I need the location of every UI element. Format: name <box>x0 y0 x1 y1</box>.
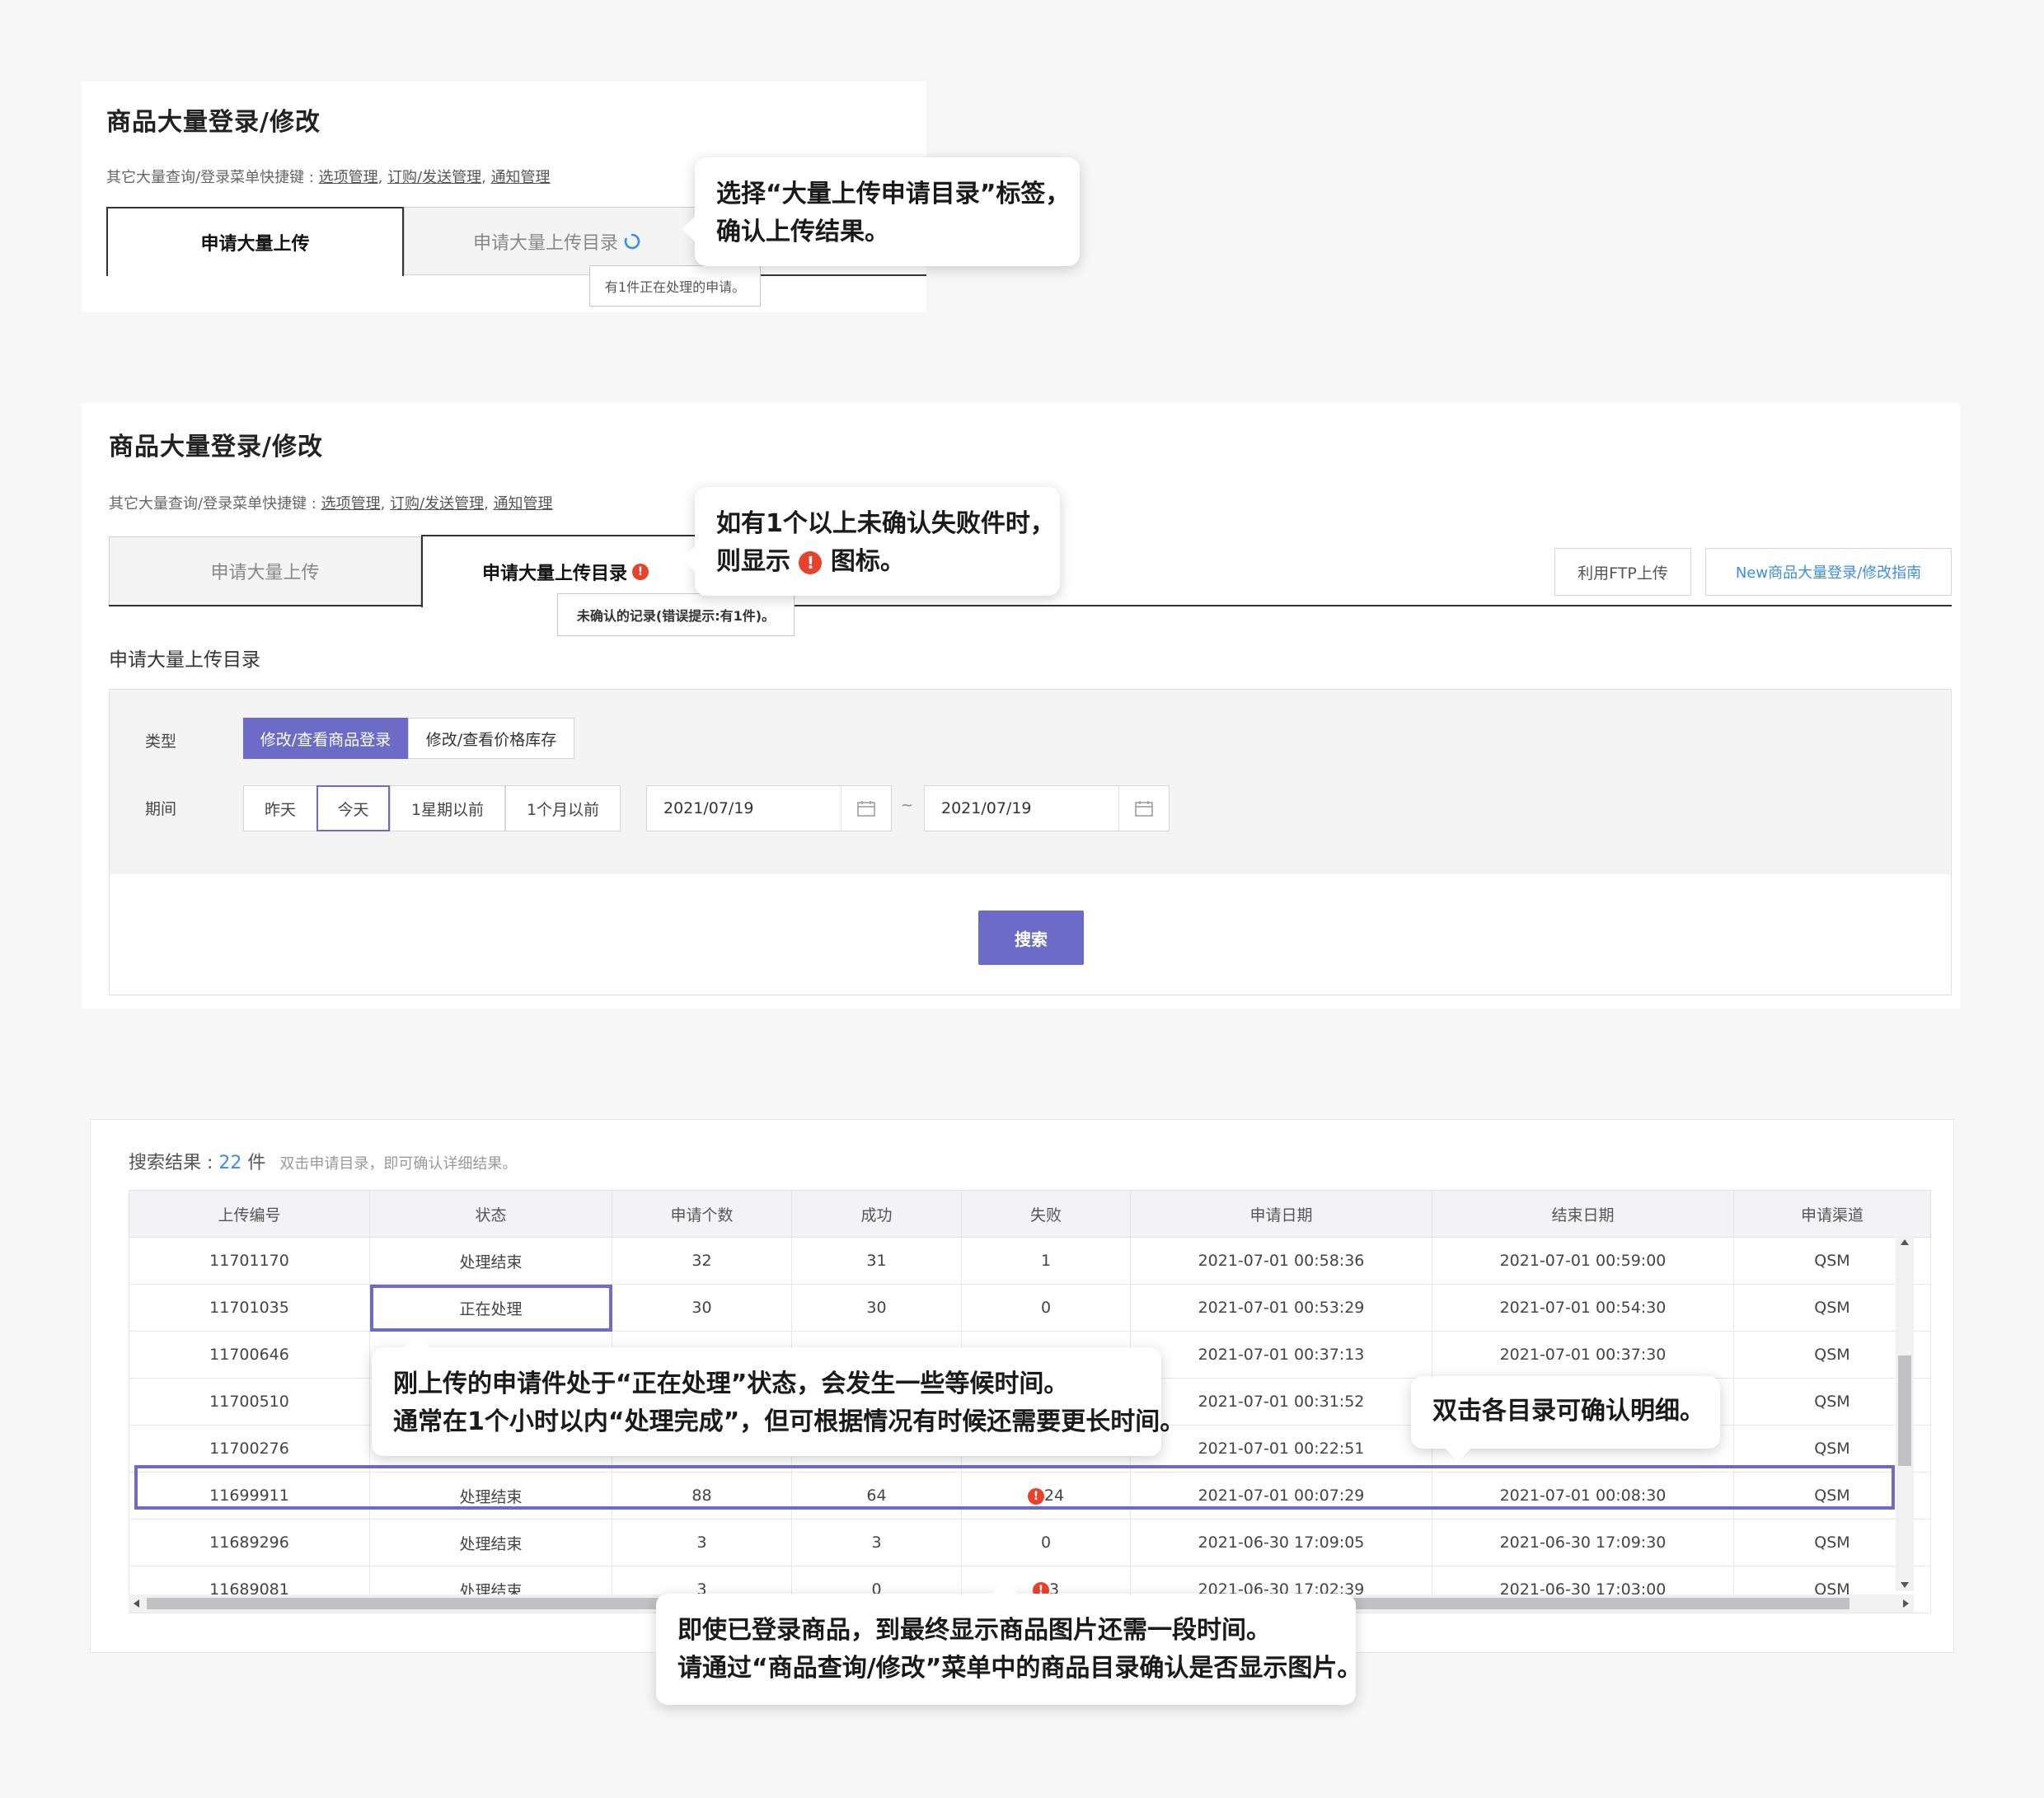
link-order-manage[interactable]: 订购/发送管理 <box>387 169 481 186</box>
link-notice-manage[interactable]: 通知管理 <box>491 169 551 186</box>
link-option-manage[interactable]: 选项管理 <box>319 169 378 186</box>
scroll-right-arrow[interactable] <box>1903 1599 1909 1608</box>
tab-upload-2[interactable]: 申请大量上传 <box>109 536 421 606</box>
link-order-manage-2[interactable]: 订购/发送管理 <box>390 495 484 513</box>
link-option-manage-2[interactable]: 选项管理 <box>321 495 381 513</box>
scroll-left-arrow[interactable] <box>134 1599 139 1608</box>
date-separator: ~ <box>901 797 914 814</box>
page-title: 商品大量登录/修改 <box>106 108 321 137</box>
table-row[interactable]: 11701170 处理结束 32 31 1 2021-07-01 00:58:36 2021… <box>129 1237 1931 1285</box>
col-channel[interactable]: 申请渠道 <box>1733 1190 1931 1238</box>
processing-tooltip: 有1件正在处理的申请。 <box>589 265 761 307</box>
page-title-2: 商品大量登录/修改 <box>109 433 323 461</box>
col-end-date[interactable]: 结束日期 <box>1432 1190 1734 1238</box>
shortcut-bar-2: 其它大量查询/登录菜单快捷键 : 选项管理, 订购/发送管理, 通知管理 <box>109 495 553 513</box>
callout-double-click: 双击各目录可确认明细。 <box>1411 1376 1720 1462</box>
period-today[interactable]: 今天 <box>316 785 390 831</box>
date-from-input[interactable]: 2021/07/19 <box>646 785 892 831</box>
period-month[interactable]: 1个月以前 <box>505 785 621 831</box>
period-label: 期间 <box>145 800 177 818</box>
tab-baseline-2 <box>109 605 421 606</box>
section-title: 申请大量上传目录 <box>109 649 260 671</box>
col-success[interactable]: 成功 <box>791 1190 962 1238</box>
col-request-date[interactable]: 申请日期 <box>1130 1190 1432 1238</box>
table-row[interactable]: 11689296 处理结束 3 3 0 2021-06-30 17:09:05 2021-0… <box>129 1519 1931 1566</box>
callout-image-delay: 即使已登录商品，到最终显示商品图片还需一段时间。 请通过“商品查询/修改”菜单中… <box>656 1580 1362 1705</box>
tab-upload[interactable]: 申请大量上传 <box>106 207 404 276</box>
error-icon[interactable]: ! <box>1027 1487 1044 1505</box>
date-to-input[interactable]: 2021/07/19 <box>924 785 1170 831</box>
results-hint: 双击申请目录，即可确认详细结果。 <box>279 1155 518 1173</box>
filter-box: 类型 修改/查看商品登录 修改/查看价格库存 期间 昨天 今天 1星期以前 1个… <box>109 689 1952 995</box>
vertical-scrollbar[interactable] <box>1896 1236 1914 1591</box>
type-option-product[interactable]: 修改/查看商品登录 <box>243 718 408 759</box>
period-yesterday[interactable]: 昨天 <box>243 785 317 831</box>
calendar-icon[interactable] <box>1118 786 1169 831</box>
shortcut-bar: 其它大量查询/登录菜单快捷键 : 选项管理, 订购/发送管理, 通知管理 <box>106 169 551 186</box>
type-option-price[interactable]: 修改/查看价格库存 <box>408 718 574 759</box>
scroll-up-arrow[interactable] <box>1901 1239 1909 1245</box>
status-processing: 正在处理 <box>369 1284 612 1332</box>
scroll-down-arrow[interactable] <box>1901 1582 1909 1588</box>
table-header: 上传编号 状态 申请个数 成功 失败 申请日期 结束日期 申请渠道 <box>129 1190 1931 1238</box>
table-row-highlighted[interactable]: 11699911 处理结束 88 64 ! 24 2021-07-01 00:07:29… <box>129 1472 1931 1519</box>
results-summary: 搜索结果 : 22 件 双击申请目录，即可确认详细结果。 <box>129 1153 518 1173</box>
type-label: 类型 <box>145 733 177 751</box>
table-row[interactable]: 11701035 正在处理 30 30 0 2021-07-01 00:53:29 2021… <box>129 1284 1931 1332</box>
col-upload-no[interactable]: 上传编号 <box>129 1190 370 1238</box>
col-request-count[interactable]: 申请个数 <box>612 1190 792 1238</box>
callout-select-tab: 选择“大量上传申请目录”标签， 确认上传结果。 <box>682 157 1080 266</box>
scrollbar-thumb[interactable] <box>1898 1356 1911 1466</box>
search-button[interactable]: 搜索 <box>978 911 1084 965</box>
ftp-upload-button[interactable]: 利用FTP上传 <box>1554 548 1691 596</box>
tab-baseline-3 <box>710 605 1952 606</box>
calendar-icon[interactable] <box>841 786 891 831</box>
loading-icon <box>623 232 641 251</box>
col-status[interactable]: 状态 <box>369 1190 612 1238</box>
error-icon: ! <box>799 550 823 574</box>
callout-error-icon: 如有1个以上未确认失败件时， 则显示 ! 图标。 <box>682 487 1060 596</box>
error-icon: ! <box>632 564 649 580</box>
link-notice-manage-2[interactable]: 通知管理 <box>494 495 553 513</box>
results-count: 22 <box>218 1153 242 1173</box>
unconfirmed-tooltip: 未确认的记录(错误提示:有1件)。 <box>557 593 795 636</box>
callout-processing: 刚上传的申请件处于“正在处理”状态，会发生一些等候时间。 通常在1个小时以内“处… <box>372 1334 1184 1456</box>
period-week[interactable]: 1星期以前 <box>390 785 505 831</box>
guide-button[interactable]: New商品大量登录/修改指南 <box>1705 548 1952 596</box>
col-fail[interactable]: 失败 <box>961 1190 1131 1238</box>
